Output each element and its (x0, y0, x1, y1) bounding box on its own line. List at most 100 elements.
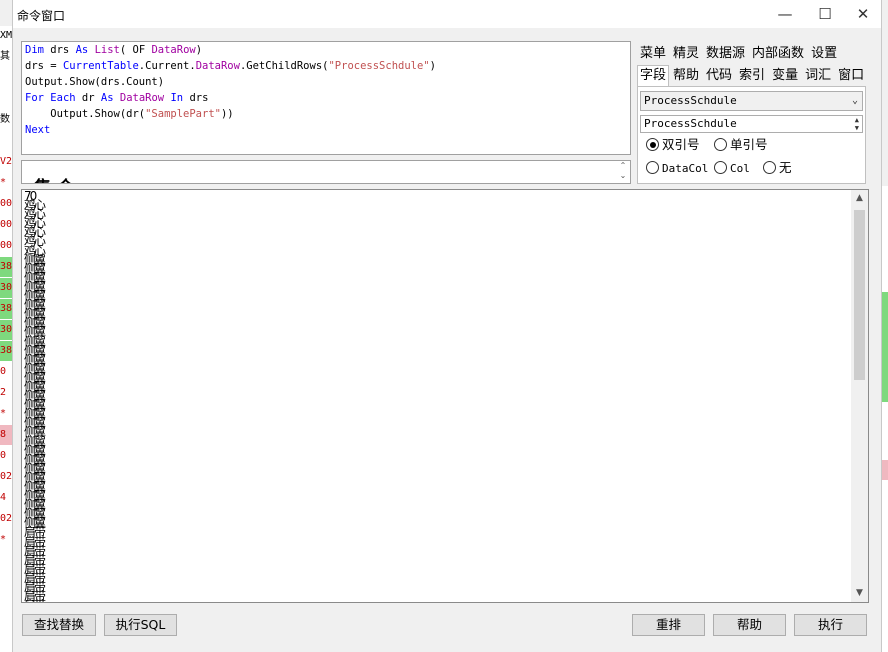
code-line: Output.Show(dr("SamplePart")) (25, 106, 627, 122)
code-token: As (100, 92, 114, 104)
code-token: DataRow (119, 92, 165, 104)
code-line: Next (25, 122, 627, 138)
tab-tabs_row2-2[interactable]: 代码 (703, 65, 735, 87)
close-button[interactable]: ✕ (843, 0, 883, 28)
tab-tabs_row2-3[interactable]: 索引 (736, 65, 768, 87)
code-line: Output.Show(drs.Count) (25, 74, 627, 90)
code-token: .Current. (138, 60, 196, 72)
radio-dot-icon (714, 138, 727, 151)
field-spinner[interactable]: ProcessSchdule ▲ ▼ (640, 115, 863, 133)
tab-tabs_row1-1[interactable]: 精灵 (670, 43, 702, 65)
output-line: 肩带 (24, 599, 46, 602)
help-button[interactable]: 帮助 (713, 614, 786, 636)
helper-scroll-arrows[interactable]: ⌃ ⌄ (616, 161, 630, 183)
code-token: .GetChildRows( (239, 60, 329, 72)
radio-col[interactable]: Col (714, 161, 750, 176)
background-cell (0, 89, 12, 109)
tab-row-top: 菜单 精灵 数据源 内部函数 设置 (637, 43, 841, 63)
tab-tabs_row2-4[interactable]: 变量 (769, 65, 801, 87)
code-editor[interactable]: Dim drs As List( OF DataRow) drs = Curren… (21, 41, 631, 155)
tab-tabs_row1-4[interactable]: 设置 (808, 43, 840, 65)
code-token: dr (75, 92, 101, 104)
background-cell (0, 131, 12, 151)
code-token: CurrentTable (62, 60, 139, 72)
radio-datacol[interactable]: DataCol (646, 161, 708, 176)
helper-text: 集合 (34, 173, 80, 183)
code-token: Output.Show(drs.Count) (25, 76, 165, 88)
code-line: For Each dr As DataRow In drs (25, 90, 627, 106)
code-token: As (75, 44, 89, 56)
background-cell: 00 (0, 240, 12, 251)
exec-sql-button[interactable]: 执行SQL (104, 614, 177, 636)
tab-tabs_row2-6[interactable]: 窗口 (835, 65, 867, 87)
tab-row-bottom: 字段 帮助 代码 索引 变量 词汇 窗口 (637, 65, 868, 87)
code-token: drs (43, 44, 76, 56)
window-title: 命令窗口 (17, 9, 66, 23)
radio-dot-icon (714, 161, 727, 174)
radio-dot-icon (646, 138, 659, 151)
scroll-thumb[interactable] (854, 210, 865, 380)
rearrange-button[interactable]: 重排 (632, 614, 705, 636)
background-cell: 02 (0, 513, 12, 524)
code-token: DataRow (151, 44, 196, 56)
background-cell: 38 (0, 299, 12, 319)
code-token: ) (195, 44, 203, 56)
code-token: Output.Show(dr( (25, 108, 146, 120)
tab-tabs_row1-0[interactable]: 菜单 (637, 43, 669, 65)
execute-button[interactable]: 执行 (794, 614, 867, 636)
background-cell: V2 (0, 156, 12, 167)
scroll-up-icon[interactable]: ▲ (851, 190, 868, 207)
code-token: ( OF (119, 44, 152, 56)
code-token: Next (25, 124, 51, 136)
helper-textbox[interactable]: 集合 ⌃⌄ (21, 160, 631, 184)
background-cell: XM (0, 30, 12, 41)
background-cell: 02 (0, 471, 12, 482)
code-token: drs (183, 92, 209, 104)
code-token: "ProcessSchdule" (328, 60, 430, 72)
code-token: In (170, 92, 184, 104)
table-select-value: ProcessSchdule (644, 94, 737, 107)
background-cell: 38 (0, 341, 12, 361)
background-cell: 8 (0, 425, 12, 445)
code-token: For (25, 92, 44, 104)
tab-tabs_row2-0[interactable]: 字段 (637, 65, 670, 86)
title-bar: 命令窗口 — ☐ ✕ (13, 0, 881, 28)
spin-arrows-icon[interactable]: ▲ ▼ (855, 116, 859, 132)
background-cell: 其 (0, 51, 10, 62)
background-app-strip: XM 其数 V2 * 00 00 00 38 30 38 30 38 0 2 * 8 0 02 4 02 * (0, 26, 12, 652)
find-replace-button[interactable]: 查找替换 (22, 614, 96, 636)
minimize-button[interactable]: — (765, 0, 805, 28)
tab-tabs_row1-2[interactable]: 数据源 (703, 43, 748, 65)
code-token: ) (429, 60, 436, 72)
radio-single-quote[interactable]: 单引号 (714, 138, 768, 152)
output-text: 70 鸡心 鸡心 鸡心 鸡心 鸡心 鸡心 侧翼 侧翼 侧翼 侧翼 侧翼 侧翼 侧翼 侧翼 侧翼 侧翼 侧翼 侧翼侧… (24, 190, 46, 602)
background-cell: * (0, 534, 7, 545)
code-token: drs = (25, 60, 63, 72)
background-cell: * (0, 177, 7, 188)
tab-tabs_row2-1[interactable]: 帮助 (670, 65, 702, 87)
code-token: List (94, 44, 120, 56)
radio-none[interactable]: 无 (763, 161, 792, 175)
table-select[interactable]: ProcessSchdule ⌄ (640, 91, 863, 111)
output-pane[interactable]: 70 鸡心 鸡心 鸡心 鸡心 鸡心 鸡心 侧翼 侧翼 侧翼 侧翼 侧翼 侧翼 侧翼 侧翼 侧翼 侧翼 侧翼 侧翼侧… (21, 189, 869, 603)
scroll-down-icon[interactable]: ▼ (851, 585, 868, 602)
code-token: DataRow (195, 60, 240, 72)
background-cell: 2 (0, 387, 7, 398)
code-token: Each (50, 92, 76, 104)
maximize-button[interactable]: ☐ (805, 0, 845, 28)
background-cell: 0 (0, 366, 7, 377)
background-cell: 30 (0, 278, 12, 298)
code-token: Dim (25, 44, 44, 56)
chevron-down-icon: ⌄ (851, 95, 858, 106)
fields-panel: ProcessSchdule ⌄ ProcessSchdule ▲ ▼ 双引号 单… (637, 86, 866, 184)
background-cell (0, 68, 12, 88)
tab-tabs_row1-3[interactable]: 内部函数 (749, 43, 807, 65)
code-token: )) (220, 108, 234, 120)
radio-dot-icon (763, 161, 776, 174)
output-scrollbar[interactable]: ▲ ▼ (851, 190, 868, 602)
background-cell: 38 (0, 257, 12, 277)
background-cell: 30 (0, 320, 12, 340)
radio-double-quote[interactable]: 双引号 (646, 138, 700, 152)
tab-tabs_row2-5[interactable]: 词汇 (802, 65, 834, 87)
background-cell: 0 (0, 450, 7, 461)
